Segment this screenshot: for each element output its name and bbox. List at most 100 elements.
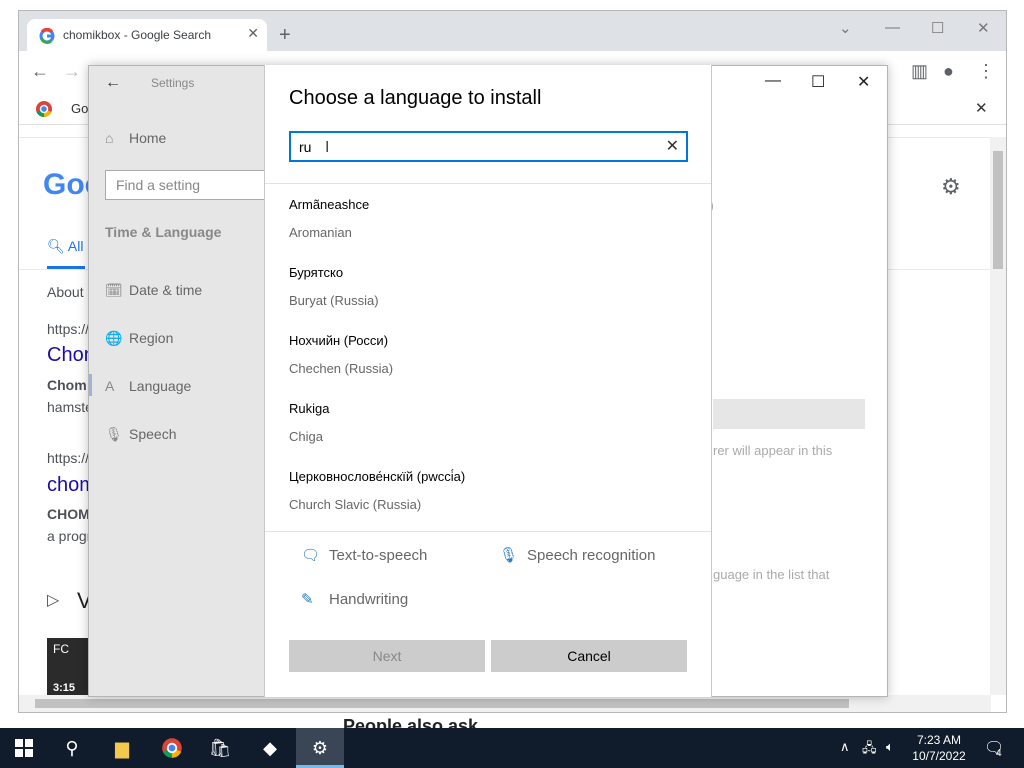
cancel-button[interactable]: Cancel (491, 640, 687, 672)
speech-bubble-icon: 🗨︎ (301, 547, 321, 564)
list-item[interactable]: Rukiga Chiga (289, 393, 689, 455)
language-english-name: Chiga (289, 429, 323, 444)
background-band (713, 399, 865, 429)
active-indicator (89, 374, 92, 396)
result-url[interactable]: https:// (47, 450, 89, 466)
language-search-box[interactable]: I ✕ (289, 131, 688, 162)
language-native-name: Церковнослове́нскїй (рwссі́а) (289, 469, 466, 484)
language-english-name: Church Slavic (Russia) (289, 497, 422, 512)
new-tab-button[interactable]: + (279, 25, 291, 45)
windows-start-icon[interactable] (0, 728, 48, 768)
section-heading: Time & Language (105, 224, 222, 240)
language-list[interactable]: Armãneashce Aromanian Бурятско Buryat (R… (265, 189, 711, 529)
close-window-icon[interactable]: ✕ (977, 19, 990, 37)
tab-close-icon[interactable]: ✕ (247, 25, 259, 42)
feature-text-to-speech: 🗨︎ Text-to-speech (301, 546, 427, 564)
language-search-input[interactable] (299, 137, 649, 157)
pen-icon: ✎ (301, 591, 314, 608)
sidebar-item-label: Region (129, 330, 174, 346)
microphone-icon: 🎙︎ (499, 547, 519, 564)
gear-icon[interactable]: ⚙ (941, 174, 961, 200)
video-duration: 3:15 (53, 682, 76, 694)
language-icon: A (105, 378, 115, 394)
feature-speech-recognition: 🎙︎ Speech recognition (499, 546, 655, 564)
network-icon[interactable]: 🖧︎ (862, 739, 877, 761)
taskbar: ⚲ ▆ 🛍︎ ◆ ⚙ ∧ 🖧︎ 🔈︎ 7:23 AM 10/7/2022 🗨︎ … (0, 728, 1024, 768)
menu-kebab-icon[interactable]: ⋮ (977, 61, 995, 82)
close-window-icon[interactable]: ✕ (857, 72, 870, 92)
tab-search-chevron-icon[interactable]: ⌄ (839, 19, 852, 37)
tab-strip: chomikbox - Google Search ✕ + ⌄ — ☐ ✕ (19, 11, 1006, 51)
maximize-icon[interactable]: ☐ (931, 19, 944, 37)
scrollbar-thumb[interactable] (993, 151, 1003, 269)
tab-all-label: All (67, 238, 84, 254)
result-snippet-bold: CHOM (47, 506, 90, 522)
scrollbar-thumb[interactable] (35, 699, 849, 708)
home-icon: ⌂ (105, 130, 114, 146)
desktop-background (0, 0, 18, 728)
infobar-label: Go (71, 101, 89, 116)
notification-count: 4 (996, 748, 1002, 759)
list-item[interactable]: Церковнослове́нскїй (рwссі́а) Church Sla… (289, 461, 689, 523)
sidebar-item-speech[interactable]: 🎙 Speech (105, 426, 176, 443)
sidebar-item-label: Date & time (129, 282, 203, 298)
language-native-name: Нохчийн (Росси) (289, 333, 389, 348)
maximize-icon[interactable]: ☐ (811, 72, 825, 92)
settings-sidebar: ← Settings ⌂ Home Find a setting Time & L… (89, 66, 275, 696)
find-setting-input[interactable]: Find a setting (105, 170, 275, 200)
language-english-name: Chechen (Russia) (289, 361, 394, 376)
system-clock[interactable]: 7:23 AM 10/7/2022 (906, 732, 972, 764)
minimize-icon[interactable]: — (885, 19, 900, 36)
sidebar-item-language[interactable]: A Language (105, 378, 191, 394)
feature-label: Handwriting (329, 591, 409, 608)
clear-search-icon[interactable]: ✕ (666, 138, 679, 156)
globe-icon: 🌐 (105, 330, 123, 346)
list-item[interactable]: Armãneashce Aromanian (289, 189, 689, 251)
settings-gear-icon[interactable]: ⚙ (296, 728, 344, 768)
feature-handwriting: ✎ Handwriting (301, 590, 408, 608)
text-cursor-icon: I (325, 139, 330, 156)
result-url[interactable]: https:// (47, 321, 89, 337)
sidebar-item-label: Language (129, 378, 192, 394)
tab-all[interactable]: 🔍︎ All (47, 238, 83, 255)
volume-icon[interactable]: 🔈︎ (886, 739, 894, 755)
tab-title: chomikbox - Google Search (63, 28, 212, 42)
video-thumbnail[interactable]: FC 3:15 (47, 638, 89, 696)
feature-label: Text-to-speech (329, 547, 428, 564)
google-favicon-icon (39, 28, 55, 44)
list-item[interactable]: Нохчийн (Росси) Chechen (Russia) (289, 325, 689, 387)
minimize-icon[interactable]: — (765, 72, 781, 90)
sidebar-item-region[interactable]: 🌐 Region (105, 330, 173, 347)
dialog-title: Choose a language to install (289, 87, 542, 109)
result-snippet-bold: Chom (47, 377, 87, 393)
horizontal-scrollbar[interactable] (19, 695, 991, 712)
background-text: guage in the list that (713, 567, 830, 582)
forward-arrow-icon[interactable]: → (63, 61, 81, 82)
store-icon[interactable]: 🛍︎ (196, 728, 244, 768)
next-button[interactable]: Next (289, 640, 485, 672)
search-icon[interactable]: ⚲ (48, 728, 96, 768)
side-panel-icon[interactable]: ▥ (911, 61, 928, 82)
file-explorer-icon[interactable]: ▆ (98, 728, 146, 768)
language-english-name: Aromanian (289, 225, 352, 240)
settings-title: Settings (151, 76, 195, 90)
app-cube-icon[interactable]: ◆ (246, 728, 294, 768)
chrome-taskbar-icon[interactable] (148, 728, 196, 768)
back-arrow-icon[interactable]: ← (31, 61, 49, 82)
language-native-name: Armãneashce (289, 197, 370, 212)
results-about: About (47, 284, 84, 300)
back-arrow-icon[interactable]: ← (105, 74, 121, 92)
calendar-clock-icon: 🗓 (105, 282, 123, 298)
browser-tab[interactable]: chomikbox - Google Search ✕ (27, 19, 267, 51)
sidebar-item-home[interactable]: ⌂ Home (105, 130, 166, 146)
chevron-up-icon[interactable]: ∧ (840, 739, 850, 755)
infobar-close-icon[interactable]: ✕ (975, 99, 988, 117)
sidebar-item-label: Speech (129, 426, 177, 442)
sidebar-item-date-time[interactable]: 🗓 Date & time (105, 282, 202, 299)
list-item[interactable]: Бурятско Buryat (Russia) (289, 257, 689, 319)
chrome-logo-icon (36, 101, 52, 118)
profile-avatar-icon[interactable]: ● (943, 61, 954, 82)
find-setting-placeholder: Find a setting (116, 177, 201, 193)
vertical-scrollbar[interactable] (990, 137, 1006, 695)
video-thumb-text: FC (53, 642, 69, 656)
